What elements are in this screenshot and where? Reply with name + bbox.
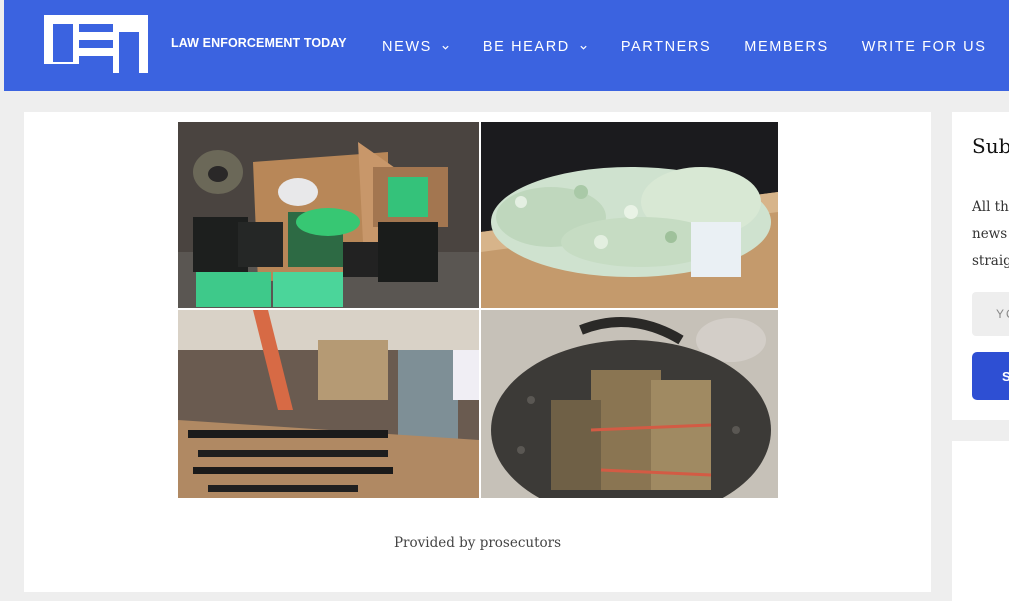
sidebar-widget [952, 441, 1009, 601]
photo-caption: Provided by prosecutors [393, 535, 562, 551]
nav-news-label: NEWS [382, 39, 432, 55]
email-input[interactable]: YO [972, 292, 1009, 336]
seized-drugs-in-boxes-photo [178, 122, 479, 308]
let-logo[interactable] [44, 15, 148, 73]
site-header: LAW ENFORCEMENT TODAY NEWS BE HEARD PART… [4, 0, 1009, 91]
article-content: Provided by prosecutors [24, 112, 931, 592]
chevron-down-icon [580, 45, 587, 50]
seized-rifles-photo [178, 310, 479, 498]
seized-drug-packages-photo [481, 122, 778, 308]
subscribe-text-line: All th [972, 199, 1009, 215]
subscribe-title: Sub [972, 134, 1009, 158]
nav-news[interactable]: NEWS [382, 39, 450, 55]
nav-write-for-us[interactable]: WRITE FOR US [862, 39, 987, 55]
chevron-down-icon [442, 45, 449, 50]
subscribe-button[interactable]: S [972, 352, 1009, 400]
nav-members-label: MEMBERS [744, 39, 829, 55]
site-brand-name[interactable]: LAW ENFORCEMENT TODAY [171, 36, 347, 50]
nav-be-heard-label: BE HEARD [482, 39, 570, 55]
nav-members[interactable]: MEMBERS [744, 39, 829, 55]
subscribe-text-line: news [972, 226, 1008, 242]
nav-be-heard[interactable]: BE HEARD [483, 39, 588, 55]
subscribe-description: All th news straig [972, 194, 1009, 275]
nav-partners[interactable]: PARTNERS [621, 39, 711, 55]
evidence-photo-collage [178, 122, 778, 498]
main-nav: NEWS BE HEARD PARTNERS MEMBERS WRITE FOR… [382, 38, 1009, 56]
subscribe-widget: Sub All th news straig YO S [952, 112, 1009, 420]
cash-in-bag-photo [481, 310, 778, 498]
subscribe-text-line: straig [972, 253, 1009, 269]
nav-write-for-us-label: WRITE FOR US [861, 39, 987, 55]
nav-partners-label: PARTNERS [620, 39, 712, 55]
